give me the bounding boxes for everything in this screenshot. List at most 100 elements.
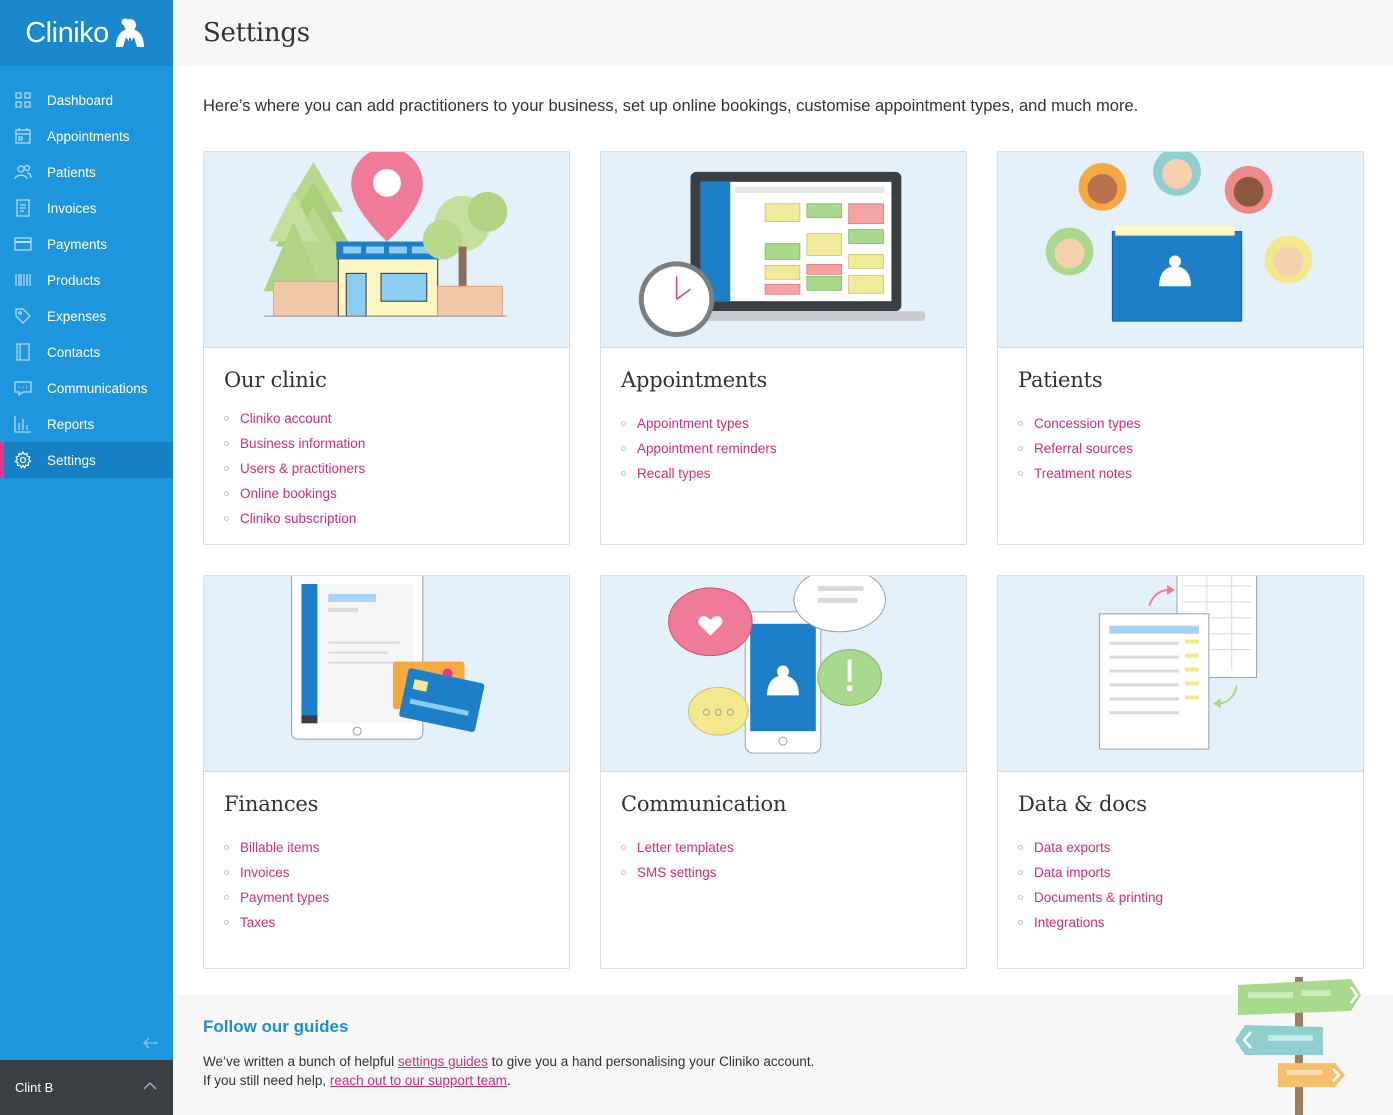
link-label: Data imports: [1034, 865, 1111, 880]
sidebar-item-invoices[interactable]: Invoices: [0, 190, 173, 226]
sidebar-item-communications[interactable]: Communications: [0, 370, 173, 406]
link-label: Online bookings: [240, 486, 337, 501]
card-finances: Finances Billable items Invoices Payment…: [203, 575, 570, 969]
gear-icon: [14, 451, 32, 469]
card-links: Billable items Invoices Payment types Ta…: [224, 835, 569, 935]
link-documents-printing[interactable]: Documents & printing: [1018, 885, 1363, 910]
card-links: Cliniko account Business information Use…: [224, 406, 569, 531]
guides-line-2: If you still need help, reach out to our…: [203, 1071, 814, 1090]
bullet-icon: [1018, 845, 1023, 850]
sidebar-item-contacts[interactable]: Contacts: [0, 334, 173, 370]
guides-line-1-after: to give you a hand personalising your Cl…: [487, 1054, 815, 1069]
settings-guides-link[interactable]: settings guides: [398, 1054, 488, 1069]
link-label: Taxes: [240, 915, 276, 930]
sidebar-item-payments[interactable]: Payments: [0, 226, 173, 262]
bullet-icon: [224, 845, 229, 850]
cliniko-logo[interactable]: Cliniko: [0, 0, 173, 66]
link-appointment-reminders[interactable]: Appointment reminders: [621, 436, 966, 461]
page-header: Settings: [173, 0, 1393, 66]
user-menu[interactable]: Clint B: [0, 1060, 173, 1115]
link-label: Payment types: [240, 890, 330, 905]
sidebar-item-dashboard[interactable]: Dashboard: [0, 82, 173, 118]
link-data-imports[interactable]: Data imports: [1018, 860, 1363, 885]
sidebar-nav: Dashboard Appointments Patients Invoices…: [0, 82, 173, 478]
sidebar-item-patients[interactable]: Patients: [0, 154, 173, 190]
dashboard-icon: [14, 91, 32, 109]
main-content: Settings Here’s where you can add practi…: [173, 0, 1393, 1115]
data-docs-illustration: [998, 576, 1363, 772]
people-icon: [14, 163, 32, 181]
sidebar-item-reports[interactable]: Reports: [0, 406, 173, 442]
card-patients: Patients Concession types Referral sourc…: [997, 151, 1364, 545]
sidebar-item-settings[interactable]: Settings: [0, 442, 173, 478]
link-label: Documents & printing: [1034, 890, 1164, 905]
link-letter-templates[interactable]: Letter templates: [621, 835, 966, 860]
user-name: Clint B: [15, 1080, 54, 1095]
link-label: Invoices: [240, 865, 290, 880]
collapse-sidebar-arrow-icon[interactable]: [142, 1035, 160, 1051]
tag-icon: [14, 307, 32, 325]
link-treatment-notes[interactable]: Treatment notes: [1018, 461, 1363, 486]
link-payment-types[interactable]: Payment types: [224, 885, 569, 910]
guides-title: Follow our guides: [203, 1017, 349, 1036]
bullet-icon: [224, 466, 229, 471]
sidebar-item-label: Payments: [47, 236, 108, 252]
link-taxes[interactable]: Taxes: [224, 910, 569, 935]
sidebar-item-label: Expenses: [47, 308, 107, 324]
link-integrations[interactable]: Integrations: [1018, 910, 1363, 935]
card-links: Appointment types Appointment reminders …: [621, 411, 966, 486]
bullet-icon: [1018, 471, 1023, 476]
card-icon: [14, 235, 32, 253]
link-label: Appointment reminders: [637, 441, 777, 456]
bar-chart-icon: [14, 415, 32, 433]
link-business-information[interactable]: Business information: [224, 431, 569, 456]
link-concession-types[interactable]: Concession types: [1018, 411, 1363, 436]
card-title: Appointments: [621, 368, 768, 392]
link-label: Recall types: [637, 466, 711, 481]
bullet-icon: [224, 920, 229, 925]
link-referral-sources[interactable]: Referral sources: [1018, 436, 1363, 461]
bullet-icon: [1018, 870, 1023, 875]
card-communication: Communication Letter templates SMS setti…: [600, 575, 967, 969]
cliniko-mascot-icon: [115, 18, 144, 47]
sidebar-item-products[interactable]: Products: [0, 262, 173, 298]
support-team-link[interactable]: reach out to our support team: [330, 1073, 507, 1088]
link-label: Billable items: [240, 840, 320, 855]
card-title: Patients: [1018, 368, 1103, 392]
sidebar-item-label: Settings: [47, 452, 96, 468]
documents-spreadsheet-icon: [1098, 576, 1258, 750]
sidebar-item-expenses[interactable]: Expenses: [0, 298, 173, 334]
link-label: Integrations: [1034, 915, 1105, 930]
calendar-icon: [14, 127, 32, 145]
link-billable-items[interactable]: Billable items: [224, 835, 569, 860]
contacts-icon: [14, 343, 32, 361]
link-cliniko-subscription[interactable]: Cliniko subscription: [224, 506, 569, 531]
card-links: Data exports Data imports Documents & pr…: [1018, 835, 1363, 935]
sidebar-item-appointments[interactable]: Appointments: [0, 118, 173, 154]
guides-line-1: We’ve written a bunch of helpful setting…: [203, 1052, 814, 1071]
link-users-practitioners[interactable]: Users & practitioners: [224, 456, 569, 481]
link-label: SMS settings: [637, 865, 717, 880]
card-title: Data & docs: [1018, 792, 1147, 816]
link-cliniko-account[interactable]: Cliniko account: [224, 406, 569, 431]
bullet-icon: [1018, 446, 1023, 451]
link-online-bookings[interactable]: Online bookings: [224, 481, 569, 506]
card-title: Finances: [224, 792, 319, 816]
link-appointment-types[interactable]: Appointment types: [621, 411, 966, 436]
bullet-icon: [224, 895, 229, 900]
bullet-icon: [1018, 920, 1023, 925]
page-title: Settings: [203, 18, 310, 48]
link-invoices[interactable]: Invoices: [224, 860, 569, 885]
link-sms-settings[interactable]: SMS settings: [621, 860, 966, 885]
link-label: Data exports: [1034, 840, 1111, 855]
link-data-exports[interactable]: Data exports: [1018, 835, 1363, 860]
sidebar-item-label: Appointments: [47, 128, 130, 144]
link-recall-types[interactable]: Recall types: [621, 461, 966, 486]
bullet-icon: [621, 421, 626, 426]
bullet-icon: [1018, 421, 1023, 426]
chevron-up-icon: [143, 1082, 157, 1090]
bullet-icon: [621, 471, 626, 476]
bullet-icon: [1018, 895, 1023, 900]
card-title: Communication: [621, 792, 787, 816]
sidebar-item-label: Reports: [47, 416, 95, 432]
